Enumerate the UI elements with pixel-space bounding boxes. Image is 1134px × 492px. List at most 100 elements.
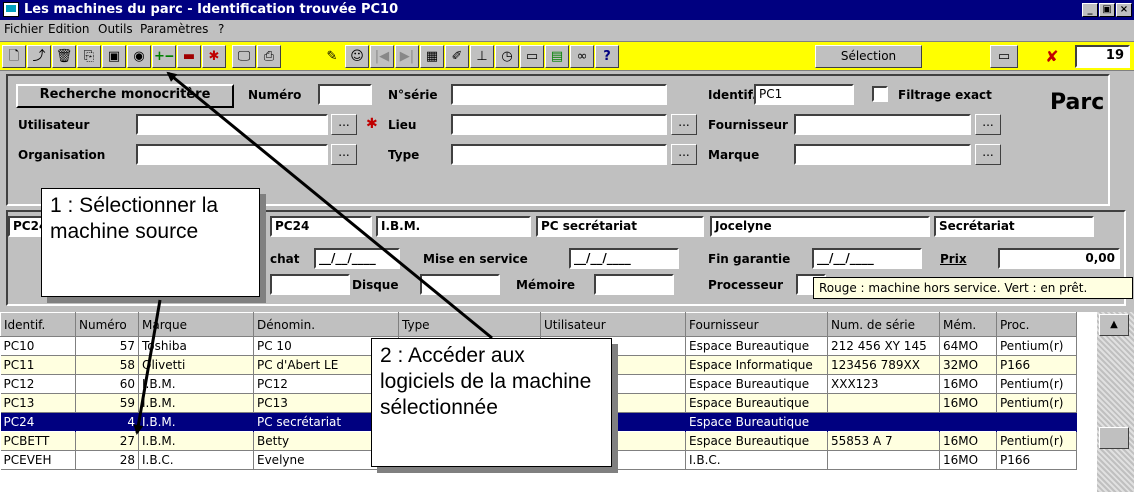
print-icon[interactable]: ⎙: [257, 45, 281, 68]
trash-icon[interactable]: 🗑: [52, 45, 76, 68]
app-icon: [3, 2, 19, 17]
first-record-icon[interactable]: |◀: [370, 45, 394, 68]
lieu-label: Lieu: [388, 118, 417, 132]
detail-identif-field[interactable]: PC24: [270, 216, 372, 237]
copy-icon[interactable]: ⎘: [77, 45, 101, 68]
col-denomination-header[interactable]: Dénomin.: [253, 312, 399, 337]
col-identif-cell: PC12: [0, 374, 76, 394]
edit-doc-icon[interactable]: ✐: [445, 45, 469, 68]
lieu-browse-button[interactable]: ...: [671, 114, 697, 135]
col-num-serie-header[interactable]: Num. de série: [827, 312, 940, 337]
menu-help[interactable]: ?: [218, 22, 224, 36]
detail-blank-field[interactable]: [270, 274, 350, 295]
maximize-button[interactable]: ▣: [1099, 3, 1115, 17]
col-numero-cell: 27: [75, 431, 139, 451]
color-icon[interactable]: ◉: [127, 45, 151, 68]
new-icon[interactable]: 🗋: [2, 45, 26, 68]
col-numero-header[interactable]: Numéro: [75, 312, 139, 337]
detail-organisation-field[interactable]: Secrétariat: [934, 216, 1094, 237]
help-icon[interactable]: ?: [595, 45, 619, 68]
marque-field[interactable]: [794, 144, 971, 165]
organisation-browse-button[interactable]: ...: [331, 144, 357, 165]
col-identif-header[interactable]: Identif.: [0, 312, 76, 337]
callout-step-1: 1 : Sélectionner la machine source: [41, 188, 260, 297]
detail-utilisateur-field[interactable]: Jocelyne: [710, 216, 930, 237]
prix-field[interactable]: 0,00: [998, 248, 1120, 269]
col-marque-cell: I.B.C.: [138, 450, 254, 470]
identif-field[interactable]: PC1: [754, 84, 854, 105]
memoire-field[interactable]: [594, 274, 674, 295]
selection-button[interactable]: Sélection: [815, 45, 922, 68]
glasses-icon[interactable]: ∞: [570, 45, 594, 68]
organisation-field[interactable]: [136, 144, 328, 165]
mise-en-service-label: Mise en service: [423, 252, 528, 266]
last-record-icon[interactable]: ▶|: [395, 45, 419, 68]
col-marque-cell: Olivetti: [138, 355, 254, 375]
col-processeur-cell: Pentium(r): [996, 336, 1077, 356]
open-icon[interactable]: ⤴: [27, 45, 51, 68]
col-processeur-cell: Pentium(r): [996, 393, 1077, 413]
type-browse-button[interactable]: ...: [671, 144, 697, 165]
col-processeur-cell: [996, 412, 1077, 432]
menu-fichier[interactable]: Fichier: [4, 22, 43, 36]
status-tooltip: Rouge : machine hors service. Vert : en …: [813, 277, 1133, 299]
vertical-scrollbar[interactable]: [1097, 312, 1134, 492]
col-marque-cell: I.B.M.: [138, 431, 254, 451]
fin-garantie-field[interactable]: __/__/____: [812, 248, 922, 269]
clock-icon[interactable]: ◷: [495, 45, 519, 68]
lieu-field[interactable]: [451, 114, 667, 135]
col-fournisseur-cell: Espace Bureautique: [685, 412, 828, 432]
close-button[interactable]: ×: [1116, 3, 1132, 17]
calculator-icon[interactable]: ▤: [545, 45, 569, 68]
col-marque-header[interactable]: Marque: [138, 312, 254, 337]
col-num-serie-cell: 212 456 XY 145: [827, 336, 940, 356]
menu-edition[interactable]: Edition: [48, 22, 90, 36]
utilisateur-browse-button[interactable]: ...: [331, 114, 357, 135]
monitor-icon[interactable]: 🖵: [232, 45, 256, 68]
numero-field[interactable]: [318, 84, 372, 105]
scrollbar-thumb[interactable]: [1099, 427, 1129, 449]
col-memoire-header[interactable]: Mém.: [939, 312, 997, 337]
menu-bar: Fichier Edition Outils Paramètres ?: [0, 20, 1134, 39]
fournisseur-field[interactable]: [794, 114, 971, 135]
scroll-up-arrow-icon[interactable]: ▲: [1099, 314, 1129, 336]
col-type-header[interactable]: Type: [398, 312, 541, 337]
filtrage-checkbox[interactable]: [872, 86, 888, 102]
col-processeur-header[interactable]: Proc.: [996, 312, 1077, 337]
search-mode-button[interactable]: Recherche monocritère: [16, 84, 234, 108]
achat-field[interactable]: __/__/____: [314, 248, 400, 269]
disque-field[interactable]: [420, 274, 500, 295]
folder-icon[interactable]: ▭: [990, 45, 1018, 68]
col-fournisseur-cell: Espace Bureautique: [685, 374, 828, 394]
user-icon[interactable]: ☺: [345, 45, 369, 68]
col-num-serie-cell: 123456 789XX: [827, 355, 940, 375]
add-software-icon[interactable]: +‒: [152, 45, 176, 68]
detail-denomination-field[interactable]: PC secrétariat: [536, 216, 704, 237]
computer-icon[interactable]: ▣: [102, 45, 126, 68]
menu-outils[interactable]: Outils: [98, 22, 133, 36]
type-field[interactable]: [451, 144, 667, 165]
delete-icon[interactable]: ✘: [1040, 45, 1064, 68]
tools-icon[interactable]: ✱: [202, 45, 226, 68]
col-utilisateur-header[interactable]: Utilisateur: [540, 312, 686, 337]
minimize-button[interactable]: _: [1082, 3, 1098, 17]
fournisseur-browse-button[interactable]: ...: [975, 114, 1001, 135]
memoire-label: Mémoire: [516, 278, 575, 292]
col-numero-cell: 60: [75, 374, 139, 394]
col-numero-cell: 4: [75, 412, 139, 432]
mise-en-service-field[interactable]: __/__/____: [569, 248, 679, 269]
folder-edit-icon[interactable]: ▭: [520, 45, 544, 68]
nserie-field[interactable]: [451, 84, 667, 105]
memory-icon[interactable]: ▬: [177, 45, 201, 68]
detail-marque-field[interactable]: I.B.M.: [376, 216, 531, 237]
menu-parametres[interactable]: Paramètres: [140, 22, 208, 36]
col-num-serie-cell: [827, 412, 940, 432]
utilisateur-field[interactable]: [136, 114, 328, 135]
folder-grid-icon[interactable]: ▦: [420, 45, 444, 68]
pencil-icon[interactable]: ✎: [320, 45, 344, 68]
marque-browse-button[interactable]: ...: [975, 144, 1001, 165]
col-memoire-cell: 16MO: [939, 374, 997, 394]
stamp-icon[interactable]: ⊥: [470, 45, 494, 68]
col-fournisseur-header[interactable]: Fournisseur: [685, 312, 828, 337]
col-numero-cell: 58: [75, 355, 139, 375]
